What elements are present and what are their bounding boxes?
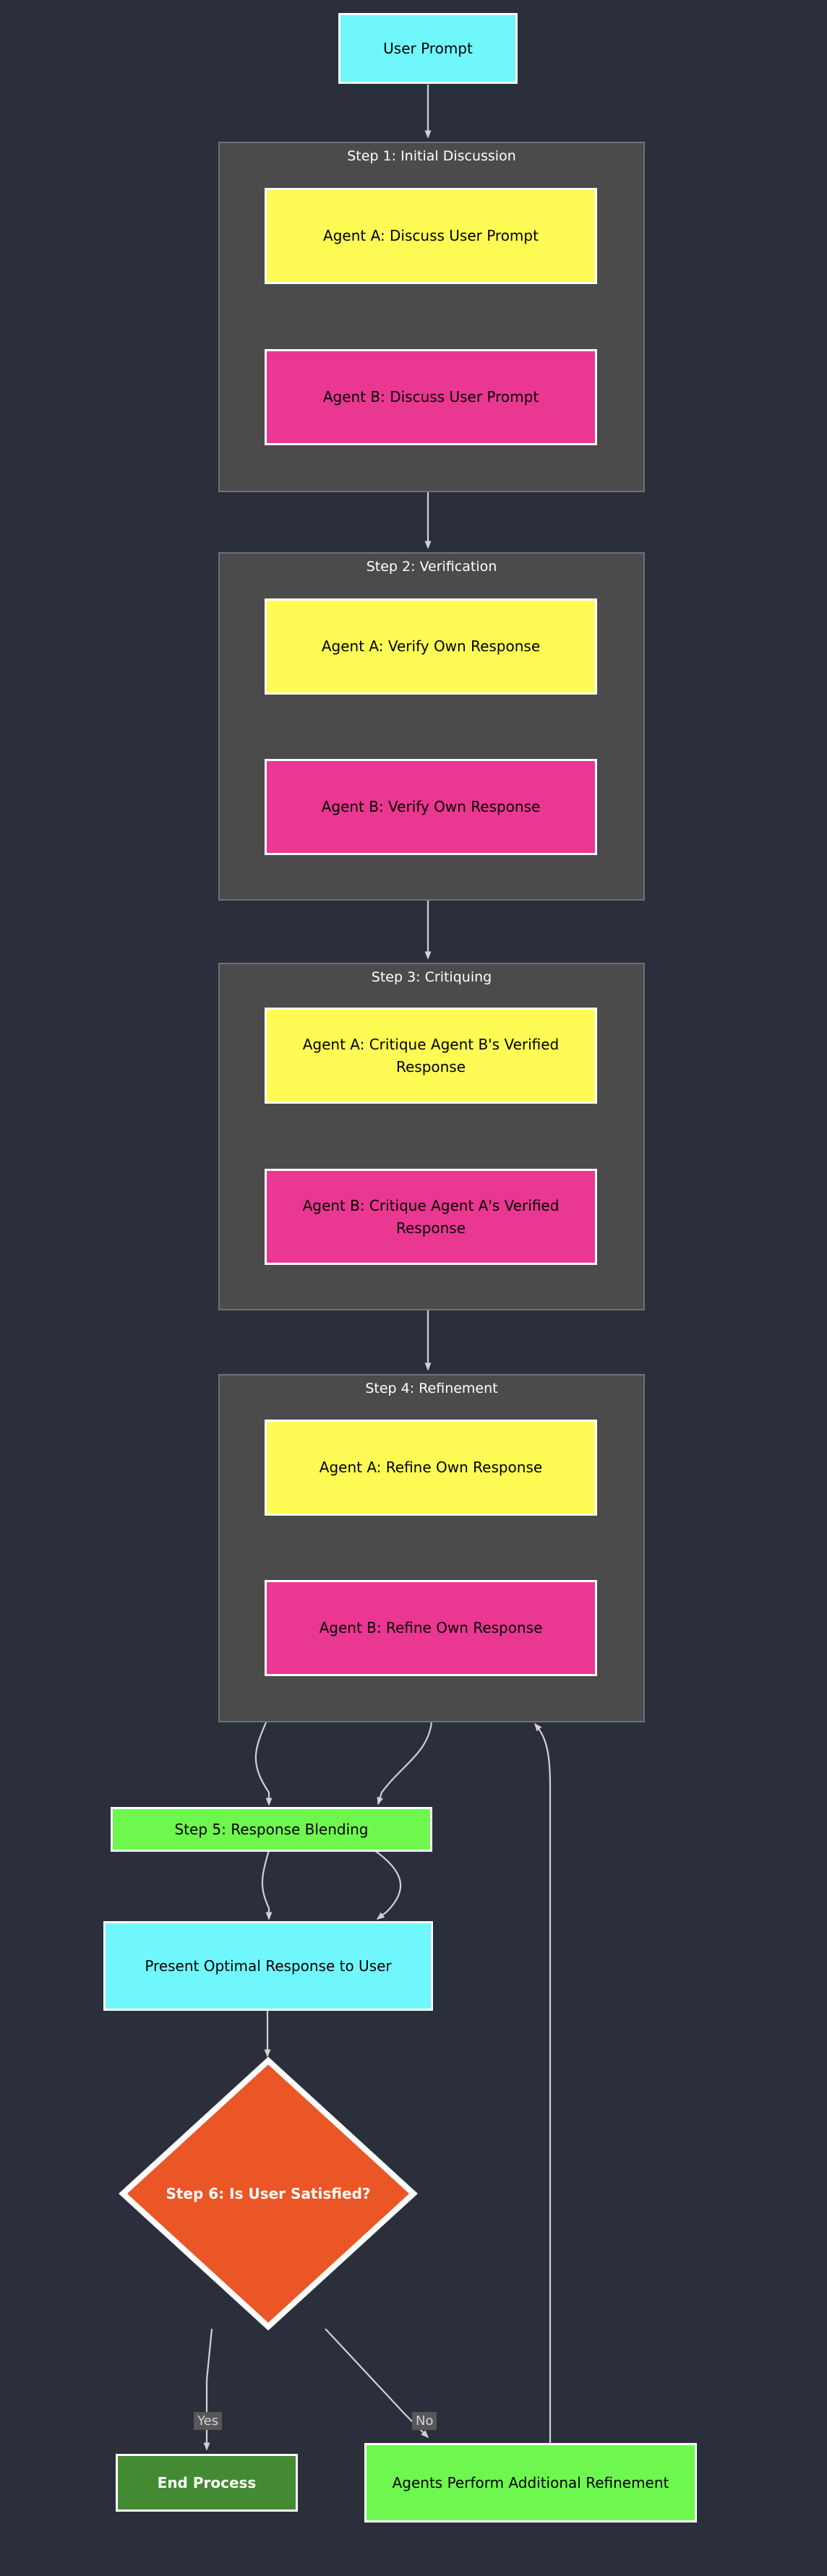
node-response-blending-label: Step 5: Response Blending: [174, 1820, 369, 1838]
node-agent-a-critique-label: Agent A: Critique Agent B's Verified Res…: [302, 1035, 560, 1076]
node-agent-b-discuss-label: Agent B: Discuss User Prompt: [322, 388, 539, 405]
node-agent-a-refine[interactable]: Agent A: Refine Own Response: [265, 1420, 597, 1516]
node-additional-refinement-label: Agents Perform Additional Refinement: [392, 2473, 669, 2491]
node-agent-a-discuss[interactable]: Agent A: Discuss User Prompt: [265, 188, 597, 284]
subgraph-step3-title: Step 3: Critiquing: [371, 969, 492, 985]
edge-blending-to-present-left: [261, 1850, 273, 1920]
node-agent-a-verify-label: Agent A: Verify Own Response: [321, 637, 541, 655]
subgraph-step4-title: Step 4: Refinement: [365, 1381, 498, 1396]
flowchart-canvas: User Prompt Step 1: Initial Discussion A…: [0, 0, 827, 2576]
node-present-optimal-response-label: Present Optimal Response to User: [145, 1957, 392, 1975]
edge-additional-to-step4: [534, 1722, 552, 2507]
node-agent-a-critique[interactable]: Agent A: Critique Agent B's Verified Res…: [265, 1008, 597, 1104]
edge-a4-to-blending: [254, 1722, 273, 1806]
node-decision-user-satisfied[interactable]: Step 6: Is User Satisfied?: [119, 2056, 418, 2331]
node-user-prompt[interactable]: User Prompt: [338, 13, 518, 84]
edge-blending-to-present-right: [374, 1850, 402, 1920]
node-agent-b-discuss[interactable]: Agent B: Discuss User Prompt: [265, 349, 597, 445]
edge-label-yes: Yes: [194, 2412, 223, 2430]
node-present-optimal-response[interactable]: Present Optimal Response to User: [103, 1921, 433, 2011]
node-agent-a-discuss-label: Agent A: Discuss User Prompt: [323, 227, 539, 244]
node-additional-refinement[interactable]: Agents Perform Additional Refinement: [364, 2443, 697, 2523]
node-end-process-label: End Process: [157, 2473, 257, 2491]
edge-b4-to-blending: [377, 1722, 433, 1806]
node-agent-b-refine-label: Agent B: Refine Own Response: [319, 1619, 543, 1636]
node-user-prompt-label: User Prompt: [383, 39, 473, 57]
edge-decision-to-end: [203, 2328, 213, 2451]
subgraph-step1-title: Step 1: Initial Discussion: [347, 148, 516, 164]
node-agent-a-refine-label: Agent A: Refine Own Response: [319, 1459, 543, 1476]
node-agent-a-verify[interactable]: Agent A: Verify Own Response: [265, 598, 597, 695]
diamond-shape: [119, 2056, 418, 2331]
node-agent-b-verify-label: Agent B: Verify Own Response: [321, 798, 541, 815]
node-agent-b-critique[interactable]: Agent B: Critique Agent A's Verified Res…: [265, 1169, 597, 1265]
node-agent-b-refine[interactable]: Agent B: Refine Own Response: [265, 1580, 597, 1676]
node-agent-b-verify[interactable]: Agent B: Verify Own Response: [265, 759, 597, 855]
subgraph-step2-title: Step 2: Verification: [366, 559, 497, 575]
node-response-blending[interactable]: Step 5: Response Blending: [111, 1807, 432, 1852]
edge-label-no: No: [412, 2412, 437, 2430]
node-end-process[interactable]: End Process: [116, 2454, 298, 2512]
node-agent-b-critique-label: Agent B: Critique Agent A's Verified Res…: [302, 1196, 560, 1237]
